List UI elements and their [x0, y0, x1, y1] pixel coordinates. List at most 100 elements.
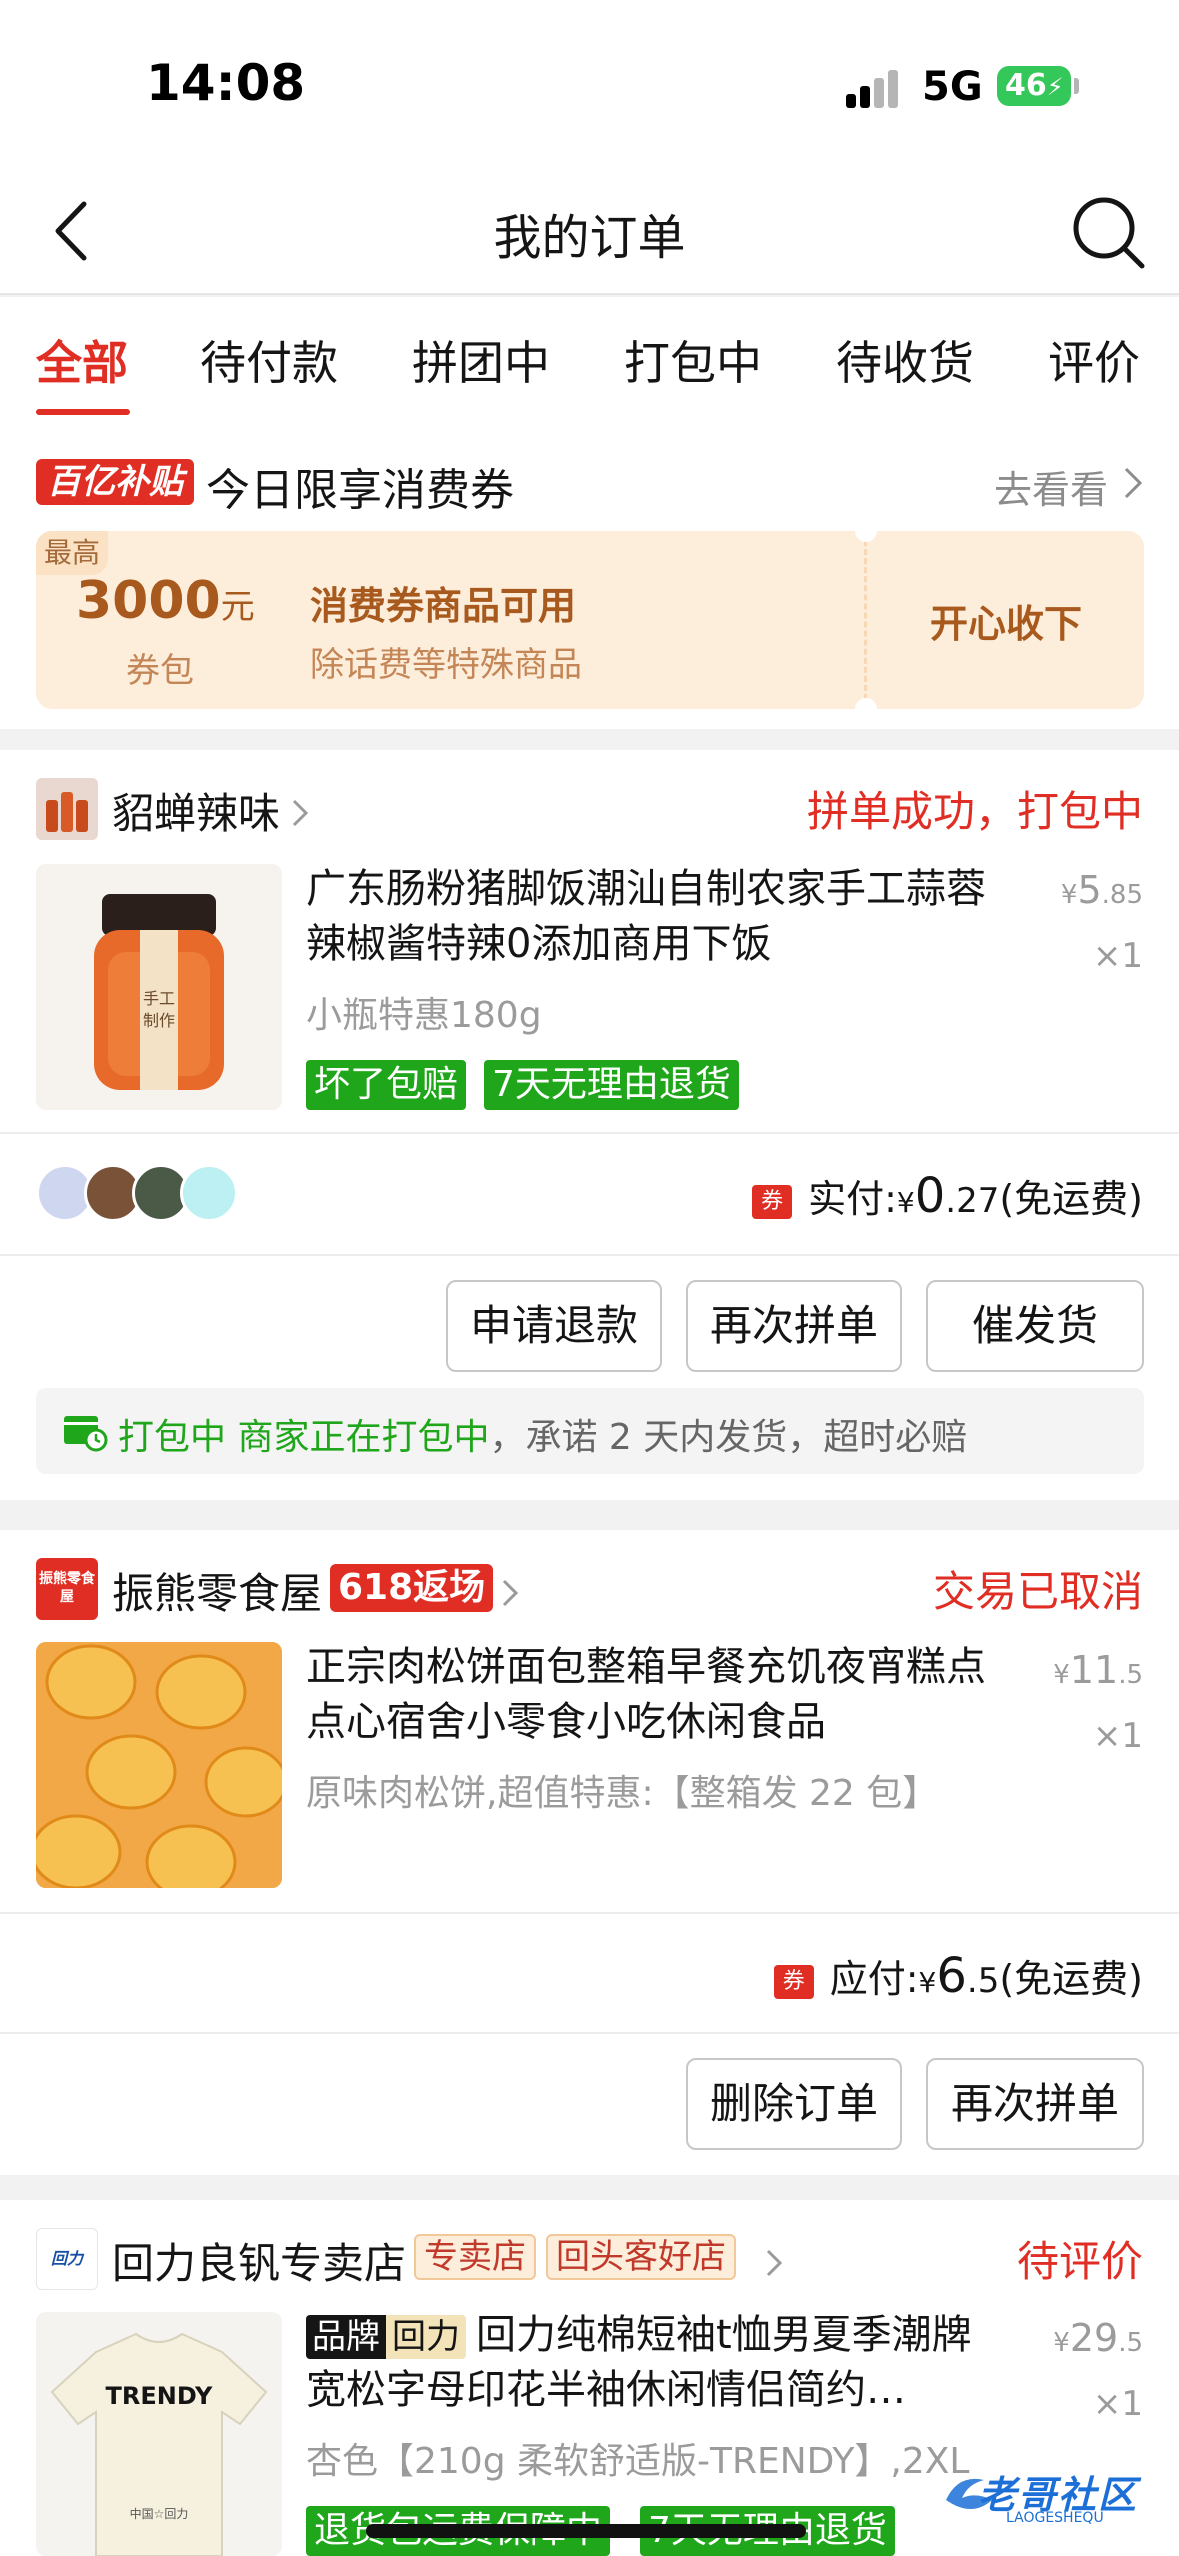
payment-summary: 券 实付: ¥ 0 .27 (免运费) [752, 1168, 1143, 1224]
urge-shipping-button[interactable]: 催发货 [926, 1280, 1144, 1372]
tab-pending-receipt[interactable]: 待收货 [836, 327, 974, 393]
chili-jar-image: 手工 制作 [94, 894, 224, 1090]
coupon-notch [855, 698, 877, 720]
logistics-notice[interactable]: 打包中 商家正在打包中，承诺 2 天内发货，超时必赔 [36, 1388, 1144, 1474]
brand-label: 品牌 [306, 2315, 386, 2359]
coupon-card[interactable]: 最高 3000元 券包 消费券商品可用 除话费等特殊商品 开心收下 [36, 520, 1144, 720]
group-avatars[interactable] [36, 1164, 276, 1226]
product-title[interactable]: 正宗肉松饼面包整箱早餐充饥夜宵糕点点心宿舍小零食小吃休闲食品 [306, 1640, 1006, 1750]
tab-review[interactable]: 评价 [1048, 327, 1140, 393]
tshirt-print: TRENDY [106, 2382, 214, 2410]
promo-tag: 618返场 [330, 1564, 494, 1612]
watermark-sub: LAOGESHEQU [1006, 2510, 1104, 2526]
price-decimal: .5 [1118, 2328, 1143, 2358]
product-image[interactable] [36, 1642, 282, 1888]
battery-level: 46 [1005, 68, 1047, 103]
nav-bar: 我的订单 [0, 170, 1179, 295]
product-title[interactable]: 品牌 回力 回力纯棉短袖t恤男夏季潮牌宽松字母印花半袖休闲情侣简约… [306, 2308, 1006, 2418]
price-symbol: ¥ [1053, 2328, 1070, 2358]
product-image[interactable]: 手工 制作 [36, 864, 282, 1110]
coupon-icon: 券 [752, 1185, 793, 1219]
shop-logo: 回力 [36, 2228, 98, 2290]
product-image[interactable]: TRENDY 中国☆回力 [36, 2312, 282, 2556]
tshirt-brand: 中国☆回力 [130, 2506, 189, 2521]
repeat-customer-tag: 回头客好店 [546, 2234, 736, 2280]
shop-name: 貂蝉辣味 [112, 789, 281, 838]
pay-int: 0 [914, 1168, 946, 1224]
tab-underline [36, 409, 130, 415]
jar-label: 制作 [143, 1011, 175, 1030]
pork-floss-cake-image [36, 1642, 282, 1888]
battery-icon: 46⚡ [997, 66, 1071, 106]
shop-name: 回力良钒专卖店 [112, 2239, 407, 2288]
chevron-right-icon [292, 799, 309, 827]
page-title: 我的订单 [493, 210, 686, 266]
coupon-amount: 3000元 [76, 571, 255, 631]
service-tag: 坏了包赔 [306, 1060, 467, 1110]
tab-group-buying[interactable]: 拼团中 [412, 327, 550, 393]
price-int: 11 [1069, 1648, 1119, 1692]
coupon-title: 消费券商品可用 [310, 584, 577, 628]
battery-tip [1074, 78, 1079, 94]
order-card: 振熊零食屋 振熊零食屋 618返场 交易已取消 正宗肉松饼面包整箱早餐充饥夜宵糕… [0, 1530, 1179, 2175]
product-qty: ×1 [1092, 2384, 1143, 2424]
coupon-corner-label: 最高 [36, 531, 108, 575]
delete-order-button[interactable]: 删除订单 [686, 2058, 902, 2150]
store-type-tag: 专卖店 [414, 2234, 536, 2280]
price-int: 5 [1077, 868, 1102, 912]
order-status: 交易已取消 [932, 1567, 1143, 1616]
regroup-button[interactable]: 再次拼单 [926, 2058, 1144, 2150]
product-qty: ×1 [1092, 1716, 1143, 1756]
shop-logo: 振熊零食屋 [36, 1558, 98, 1620]
brand-name: 回力 [386, 2315, 466, 2359]
product-qty: ×1 [1092, 936, 1143, 976]
tab-packing[interactable]: 打包中 [624, 327, 762, 393]
coupon-notch [855, 520, 877, 542]
pay-decimal: .5 [966, 1961, 1000, 2001]
divider [0, 1254, 1179, 1256]
divider [0, 1912, 1179, 1914]
order-status: 拼单成功，打包中 [806, 787, 1143, 836]
notice-detail: ，承诺 2 天内发货，超时必赔 [489, 1417, 968, 1458]
tab-all[interactable]: 全部 [36, 327, 128, 393]
payment-summary: 券 应付: ¥ 6 .5 (免运费) [773, 1948, 1143, 2004]
pay-label: 应付: [829, 1957, 919, 2001]
jar-label: 手工 [143, 989, 175, 1008]
chevron-right-icon [1124, 467, 1143, 499]
shop-row[interactable]: 貂蝉辣味 拼单成功，打包中 [0, 750, 1179, 870]
product-price: ¥11.5 [1053, 1648, 1143, 1692]
product-spec: 小瓶特惠180g [306, 995, 542, 1036]
pay-decimal: .27 [945, 1181, 1000, 1221]
coupon-claim-button[interactable]: 开心收下 [886, 593, 1126, 648]
coupon-icon: 券 [773, 1965, 814, 1999]
network-label: 5G [922, 64, 983, 110]
price-decimal: .5 [1118, 1660, 1143, 1690]
regroup-button[interactable]: 再次拼单 [686, 1280, 902, 1372]
pay-int: 6 [936, 1948, 967, 2004]
shop-row[interactable]: 振熊零食屋 振熊零食屋 618返场 交易已取消 [0, 1530, 1179, 1650]
price-int: 29 [1069, 2316, 1119, 2360]
product-price: ¥29.5 [1053, 2316, 1143, 2360]
truck-clock-icon [64, 1416, 108, 1452]
product-title[interactable]: 广东肠粉猪脚饭潮汕自制农家手工蒜蓉辣椒酱特辣0添加商用下饭 [306, 862, 1006, 972]
price-symbol: ¥ [1060, 880, 1078, 910]
subsidy-badge: 百亿补贴 [36, 459, 194, 505]
pay-symbol: ¥ [896, 1186, 915, 1219]
status-time: 14:08 [146, 54, 306, 112]
refund-button[interactable]: 申请退款 [446, 1280, 662, 1372]
shop-row[interactable]: 回力 回力良钒专卖店 专卖店 回头客好店 待评价 [0, 2200, 1179, 2320]
coupon-divider [864, 531, 867, 709]
pay-note: (免运费) [999, 1957, 1143, 2001]
pay-symbol: ¥ [918, 1966, 937, 1999]
chevron-right-icon [766, 2249, 783, 2277]
order-status: 待评价 [1016, 2237, 1143, 2286]
tab-pending-payment[interactable]: 待付款 [200, 327, 338, 393]
search-icon[interactable] [1068, 192, 1148, 272]
coupon-amount-sub: 券包 [126, 651, 194, 691]
home-indicator[interactable] [366, 2524, 806, 2538]
product-spec: 杏色【210g 柔软舒适版-TRENDY】,2XL [306, 2441, 970, 2482]
coupon-more-link[interactable]: 去看看 [994, 459, 1108, 514]
service-tag: 7天无理由退货 [484, 1060, 739, 1110]
notice-status: 打包中 商家正在打包中 [118, 1417, 490, 1458]
shop-logo [36, 778, 98, 840]
